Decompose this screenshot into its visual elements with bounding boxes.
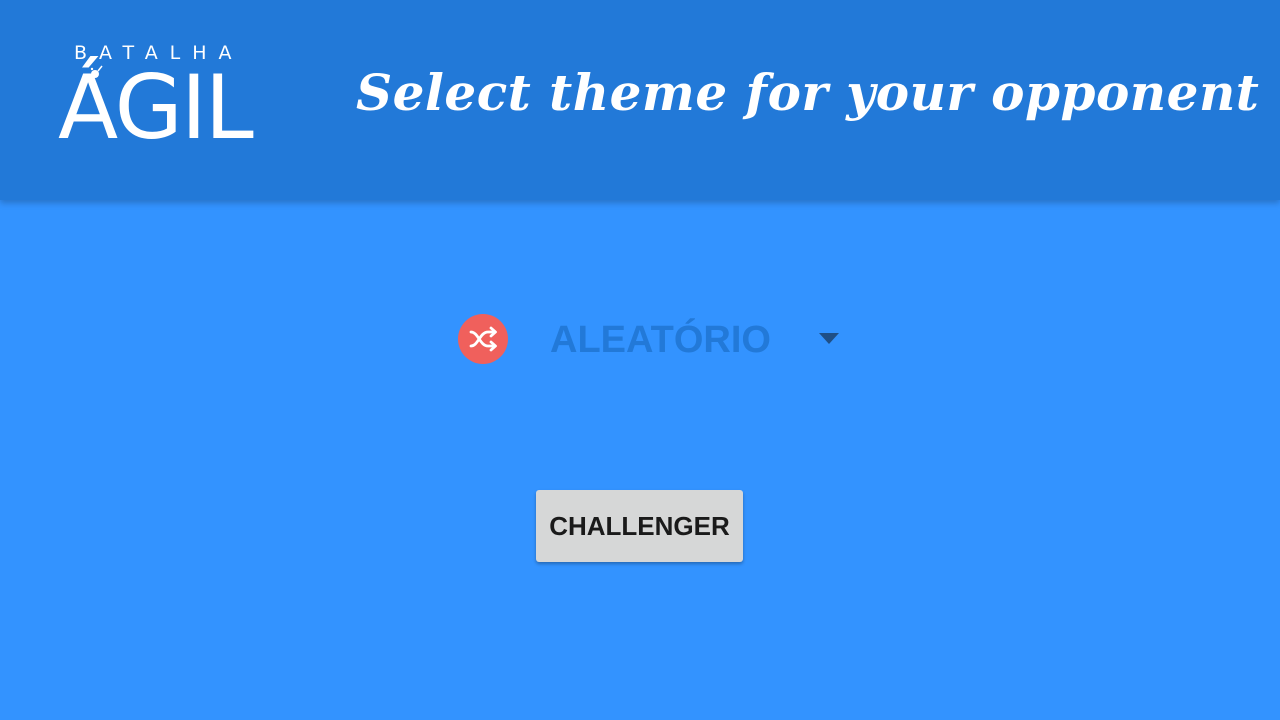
- shuffle-icon: [458, 314, 508, 364]
- theme-dropdown[interactable]: ALEATÓRIO: [458, 312, 848, 368]
- challenge-button[interactable]: CHALLENGER: [536, 490, 743, 562]
- theme-selected-label: ALEATÓRIO: [550, 319, 771, 361]
- batalha-agil-logo: BATALHA ÁGIL: [58, 42, 268, 157]
- page-title: Select theme for your opponent: [356, 63, 1260, 122]
- logo-main-text: ÁGIL: [58, 56, 254, 159]
- app-header: BATALHA ÁGIL Select theme for your oppon…: [0, 0, 1280, 200]
- dropdown-arrow-icon: [819, 333, 839, 344]
